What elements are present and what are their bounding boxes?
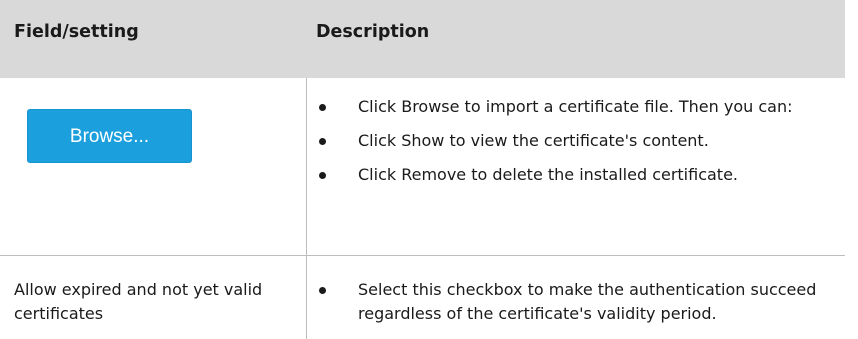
list-item: Click Remove to delete the installed cer…	[316, 163, 836, 187]
settings-table: Field/setting Description Browse... Clic…	[0, 0, 858, 339]
bullet-text: Click Remove to delete the installed cer…	[358, 165, 739, 184]
header-field-setting: Field/setting	[14, 22, 139, 42]
browse-button[interactable]: Browse...	[27, 109, 192, 163]
table-header-row: Field/setting Description	[0, 0, 845, 78]
column-divider	[306, 78, 307, 255]
row-divider	[0, 255, 845, 256]
bullet-text: Click Show to view the certificate's con…	[358, 131, 709, 150]
header-description: Description	[316, 22, 430, 42]
bullet-icon	[319, 287, 326, 294]
bullet-icon	[319, 104, 326, 111]
bullet-icon	[319, 172, 326, 179]
list-item: Click Show to view the certificate's con…	[316, 129, 836, 153]
list-item: Click Browse to import a certificate fil…	[316, 95, 836, 119]
row-1-description-list: Click Browse to import a certificate fil…	[316, 95, 836, 197]
row-2-description-list: Select this checkbox to make the authent…	[316, 278, 836, 326]
bullet-text: Click Browse to import a certificate fil…	[358, 97, 793, 116]
bullet-text: Select this checkbox to make the authent…	[358, 280, 817, 323]
column-divider	[306, 256, 307, 339]
list-item: Select this checkbox to make the authent…	[316, 278, 836, 326]
field-allow-expired-label: Allow expired and not yet valid certific…	[14, 280, 263, 323]
bullet-icon	[319, 138, 326, 145]
